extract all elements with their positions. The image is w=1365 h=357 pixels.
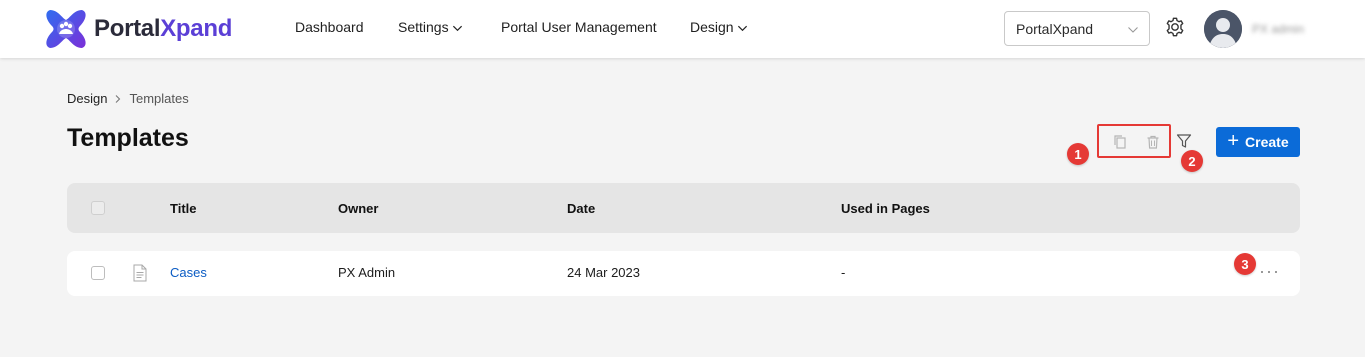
annotation-marker-2: 2 [1181,150,1203,172]
avatar[interactable] [1204,10,1242,48]
column-used-in-pages[interactable]: Used in Pages [841,201,930,216]
column-title[interactable]: Title [170,201,197,216]
top-navbar: PortalXpand Dashboard Settings Portal Us… [0,0,1365,58]
annotation-marker-1: 1 [1067,143,1089,165]
select-all-checkbox[interactable] [91,201,105,215]
nav-dashboard[interactable]: Dashboard [295,19,364,35]
portal-select-value: PortalXpand [1016,20,1094,37]
bulk-actions-highlight [1097,124,1171,158]
breadcrumb-templates: Templates [129,91,189,106]
copy-icon[interactable] [1112,134,1128,150]
annotation-marker-3: 3 [1234,253,1256,275]
plus-icon: + [1227,130,1240,152]
column-owner[interactable]: Owner [338,201,378,216]
create-button[interactable]: + Create [1216,127,1300,157]
chevron-down-icon [737,25,747,31]
table-row[interactable]: Cases PX Admin 24 Mar 2023 - ··· [67,251,1300,296]
row-date: 24 Mar 2023 [567,265,640,280]
breadcrumb: Design Templates [67,91,189,106]
brand-logo[interactable]: PortalXpand [44,8,232,50]
row-checkbox[interactable] [91,266,105,280]
gear-icon[interactable] [1164,16,1186,38]
portalxpand-logo-icon [46,10,86,48]
row-used-in-pages: - [841,265,846,280]
document-icon [133,264,147,282]
column-date[interactable]: Date [567,201,595,216]
page-title: Templates [67,124,189,152]
table-header: Title Owner Date Used in Pages [67,183,1300,233]
user-avatar-icon [1204,10,1242,48]
nav-design[interactable]: Design [690,19,748,35]
row-owner: PX Admin [338,265,396,280]
user-name[interactable]: PX admin [1252,22,1304,36]
chevron-down-icon [1128,27,1138,33]
chevron-right-icon [116,94,121,103]
more-options-icon[interactable]: ··· [1259,261,1280,282]
chevron-down-icon [452,25,462,31]
nav-settings[interactable]: Settings [398,19,463,35]
breadcrumb-design[interactable]: Design [67,91,107,106]
trash-icon[interactable] [1145,134,1161,150]
filter-icon[interactable] [1176,133,1192,149]
brand-name: PortalXpand [94,15,233,42]
portal-select[interactable]: PortalXpand [1004,11,1150,46]
row-title-link[interactable]: Cases [170,265,207,280]
nav-portal-user-management[interactable]: Portal User Management [501,19,657,35]
